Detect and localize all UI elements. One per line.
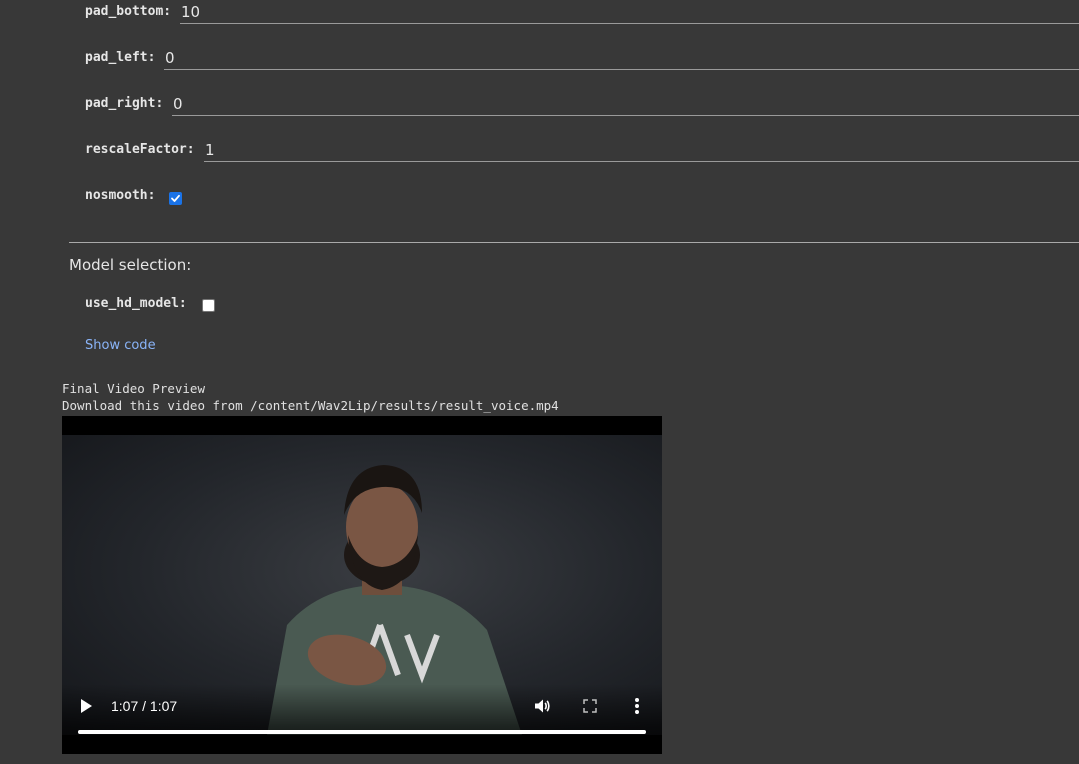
- more-options-icon: [635, 698, 639, 714]
- param-label: pad_left:: [85, 50, 156, 65]
- param-label: nosmooth:: [85, 188, 156, 203]
- fullscreen-icon: [583, 699, 597, 713]
- param-row-pad-bottom: pad_bottom: 10: [85, 0, 1079, 26]
- use-hd-model-checkbox[interactable]: [202, 299, 215, 312]
- pad-left-input[interactable]: 0: [164, 46, 1079, 70]
- section-divider: [69, 242, 1079, 243]
- param-label: rescaleFactor:: [85, 142, 195, 157]
- model-selection-heading: Model selection:: [69, 256, 192, 274]
- video-time-display: 1:07 / 1:07: [111, 698, 178, 714]
- rescale-factor-input[interactable]: 1: [204, 138, 1079, 162]
- param-row-use-hd-model: use_hd_model:: [85, 292, 1079, 318]
- video-progress-fill: [78, 730, 646, 734]
- play-button[interactable]: [79, 698, 93, 719]
- param-label: pad_right:: [85, 96, 164, 111]
- volume-button[interactable]: [533, 697, 551, 720]
- output-download-path: Download this video from /content/Wav2Li…: [62, 398, 559, 413]
- video-player[interactable]: 1:07 / 1:07: [62, 416, 662, 754]
- param-row-nosmooth: nosmooth:: [85, 184, 1079, 210]
- param-row-pad-right: pad_right: 0: [85, 92, 1079, 118]
- volume-icon: [535, 699, 550, 713]
- video-progress-bar[interactable]: [78, 730, 646, 734]
- pad-bottom-input[interactable]: 10: [180, 0, 1079, 24]
- play-icon: [81, 699, 92, 713]
- checkmark-icon: [171, 194, 180, 202]
- pad-right-input[interactable]: 0: [172, 92, 1079, 116]
- param-label: use_hd_model:: [85, 296, 187, 311]
- param-row-pad-left: pad_left: 0: [85, 46, 1079, 72]
- video-controls-overlay: [62, 684, 662, 754]
- nosmooth-checkbox[interactable]: [169, 192, 182, 205]
- more-options-button[interactable]: [634, 697, 640, 720]
- param-label: pad_bottom:: [85, 4, 172, 19]
- param-row-rescale-factor: rescaleFactor: 1: [85, 138, 1079, 164]
- fullscreen-button[interactable]: [583, 699, 597, 718]
- show-code-link[interactable]: Show code: [85, 338, 156, 353]
- output-preview-title: Final Video Preview: [62, 381, 205, 396]
